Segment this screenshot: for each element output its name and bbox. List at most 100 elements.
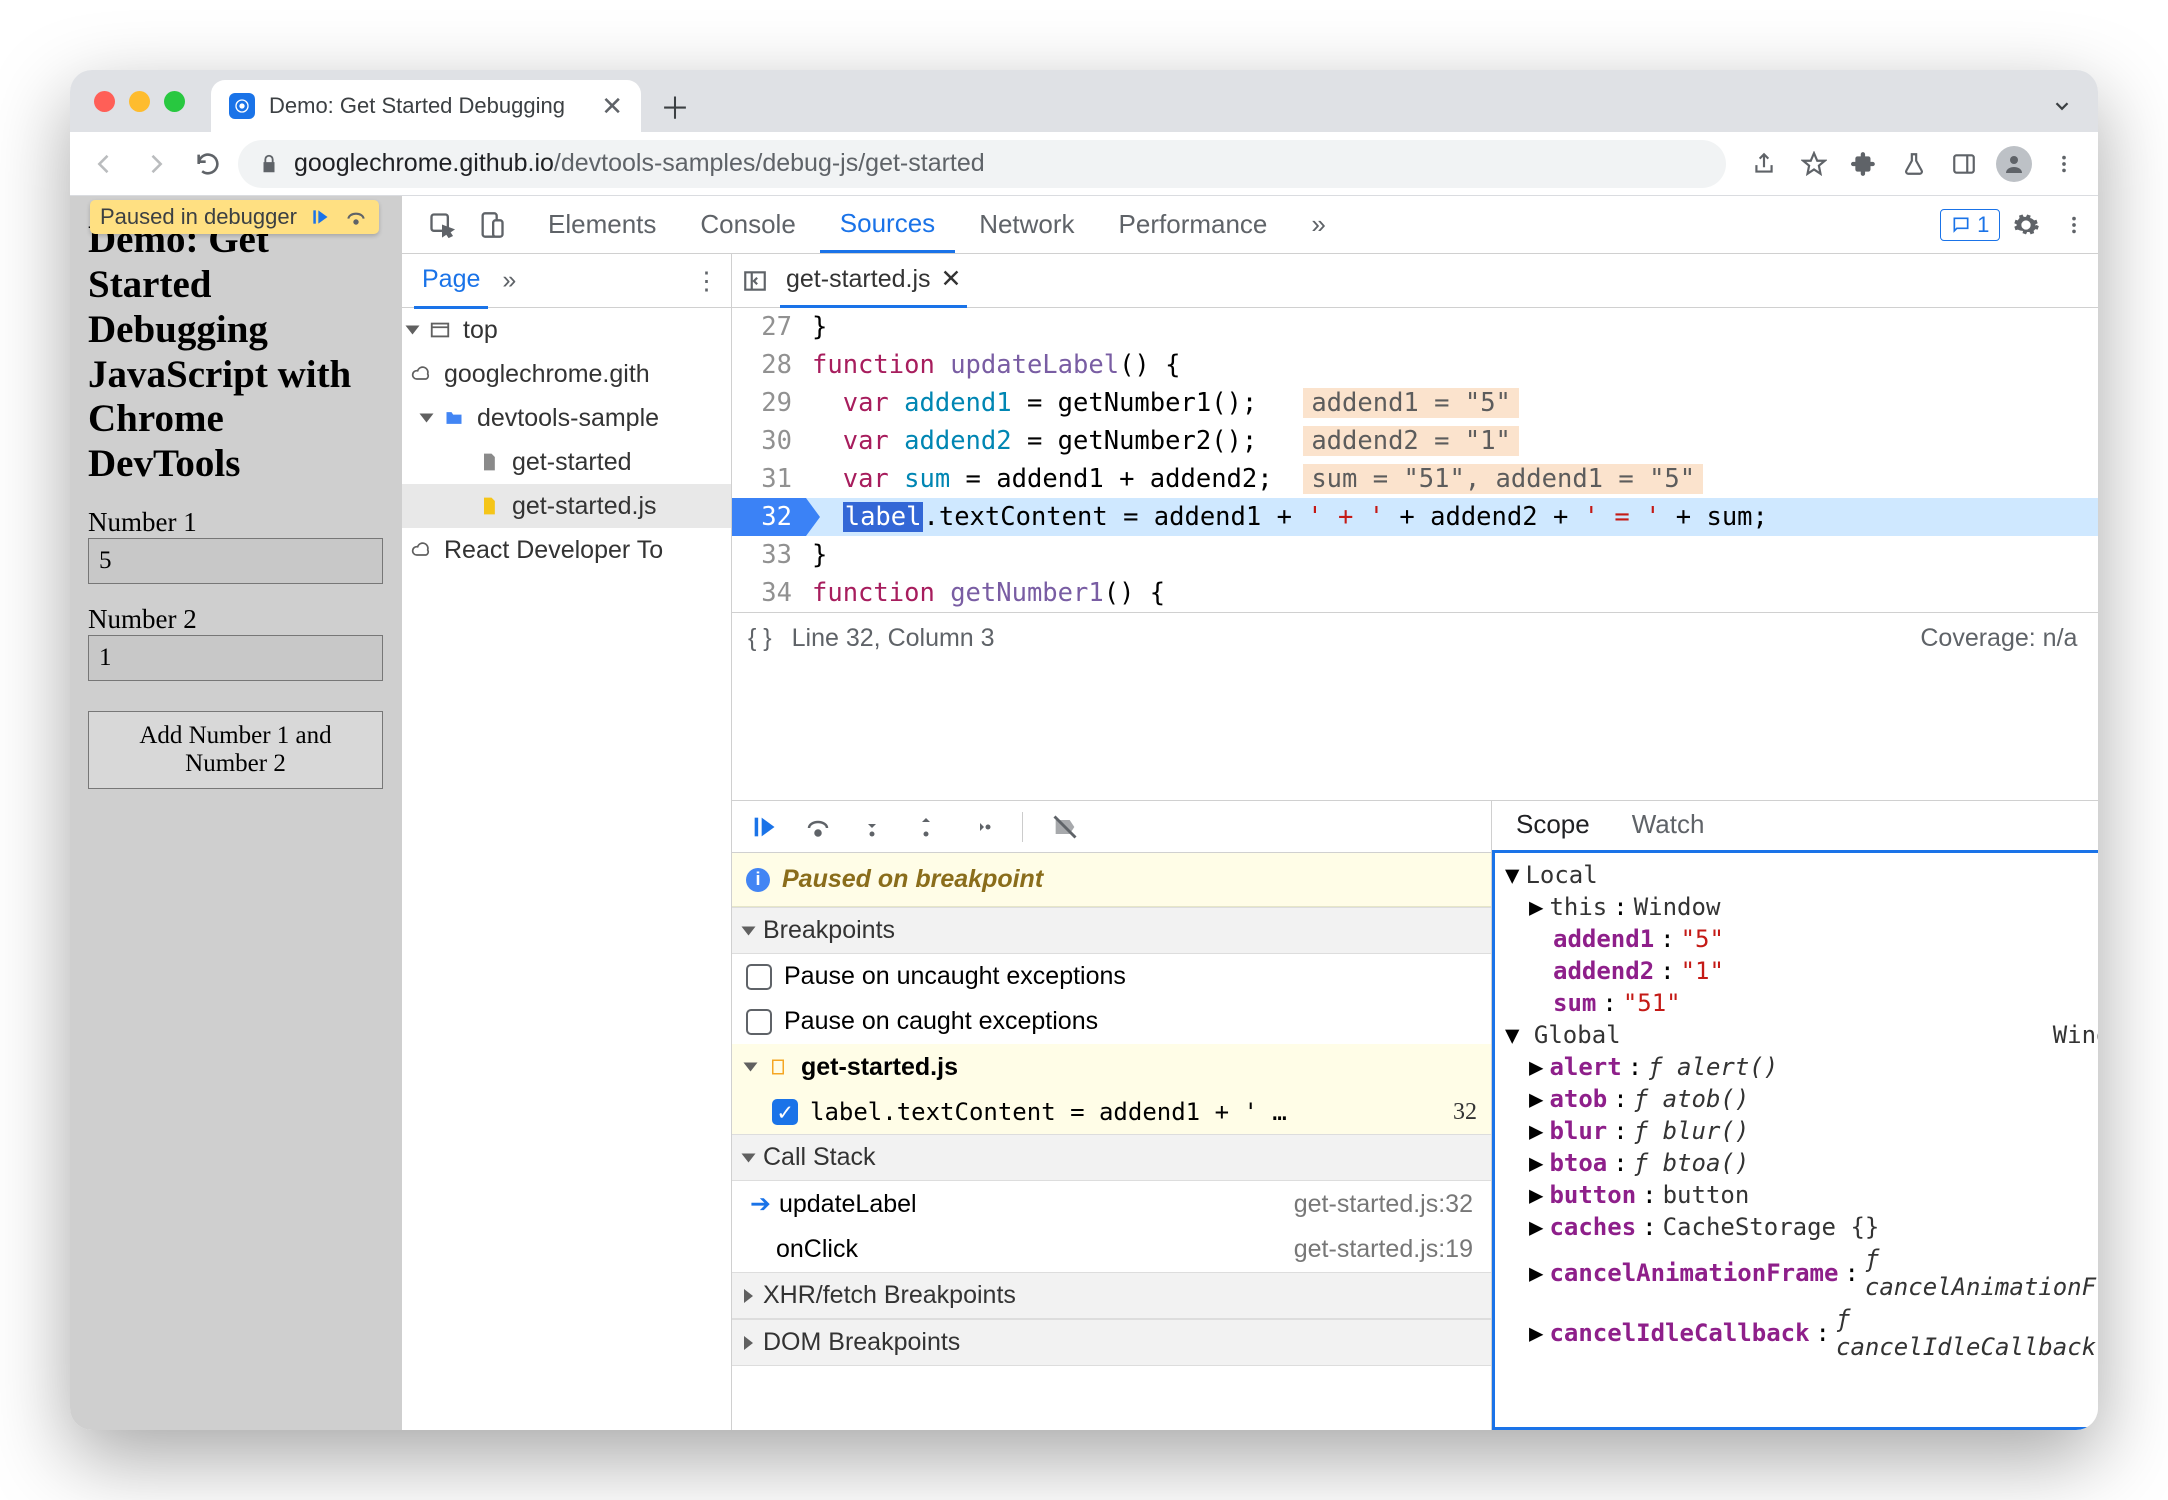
tab-performance[interactable]: Performance xyxy=(1099,197,1288,253)
tab-elements[interactable]: Elements xyxy=(528,197,676,253)
tab-menu-icon[interactable] xyxy=(2040,84,2084,128)
pretty-print-icon[interactable]: { } xyxy=(748,624,772,653)
scope-var[interactable]: sum: "51" xyxy=(1495,987,2098,1019)
profile-avatar[interactable] xyxy=(1992,142,2036,186)
scope-var[interactable]: ▶cancelIdleCallback: ƒ cancelIdleCallbac… xyxy=(1495,1303,2098,1363)
tree-file-html[interactable]: get-started xyxy=(402,440,731,484)
bookmark-icon[interactable] xyxy=(1792,142,1836,186)
scope-var[interactable]: ▶caches: CacheStorage {} xyxy=(1495,1211,2098,1243)
checkbox-icon[interactable] xyxy=(746,964,772,990)
dom-breakpoints-header[interactable]: DOM Breakpoints xyxy=(732,1319,1491,1366)
settings-icon[interactable] xyxy=(2004,203,2048,247)
inline-value: addend2 = "1" xyxy=(1303,426,1519,456)
editor-pane: get-started.js ✕ 27} 28function updateLa… xyxy=(732,254,2098,800)
checkbox-icon[interactable] xyxy=(746,1009,772,1035)
tree-extension[interactable]: React Developer To xyxy=(402,528,731,572)
forward-button[interactable] xyxy=(134,142,178,186)
window-controls xyxy=(84,70,193,132)
scope-var[interactable]: ▶alert: ƒ alert() xyxy=(1495,1051,2098,1083)
step-over-button[interactable] xyxy=(802,811,834,843)
titlebar: Demo: Get Started Debugging ✕ ＋ xyxy=(70,70,2098,132)
step-button[interactable] xyxy=(964,811,996,843)
tab-network[interactable]: Network xyxy=(959,197,1094,253)
scope-var[interactable]: ▶this: Window xyxy=(1495,891,2098,923)
breakpoints-header[interactable]: Breakpoints xyxy=(732,907,1491,954)
share-icon[interactable] xyxy=(1742,142,1786,186)
code-editor[interactable]: 27} 28function updateLabel() { 29 var ad… xyxy=(732,308,2098,612)
number2-input[interactable] xyxy=(88,635,383,681)
number2-label: Number 2 xyxy=(88,604,383,635)
devtools-tabs: Elements Console Sources Network Perform… xyxy=(402,196,2098,254)
close-tab-icon[interactable]: ✕ xyxy=(601,91,623,122)
debug-controls xyxy=(732,801,1491,853)
js-file-icon xyxy=(765,1052,791,1082)
editor-file-tab[interactable]: get-started.js ✕ xyxy=(780,254,967,308)
tree-folder[interactable]: devtools-sample xyxy=(402,396,731,440)
bp-file-row[interactable]: get-started.js xyxy=(732,1044,1491,1090)
scope-var[interactable]: addend2: "1" xyxy=(1495,955,2098,987)
tab-console[interactable]: Console xyxy=(680,197,815,253)
kebab-menu-icon[interactable] xyxy=(2042,142,2086,186)
scope-var[interactable]: ▶cancelAnimationFrame: ƒ cancelAnimation… xyxy=(1495,1243,2098,1303)
number1-input[interactable] xyxy=(88,538,383,584)
scope-var[interactable]: ▶btoa: ƒ btoa() xyxy=(1495,1147,2098,1179)
call-frame[interactable]: onClickget-started.js:19 xyxy=(732,1227,1491,1272)
scope-var[interactable]: ▶button: button xyxy=(1495,1179,2098,1211)
add-button[interactable]: Add Number 1 and Number 2 xyxy=(88,711,383,789)
callstack-header[interactable]: Call Stack xyxy=(732,1134,1491,1181)
tab-sources[interactable]: Sources xyxy=(820,197,955,253)
tab-scope[interactable]: Scope xyxy=(1510,799,1596,850)
side-panel-icon[interactable] xyxy=(1942,142,1986,186)
omnibox[interactable]: googlechrome.github.io/devtools-samples/… xyxy=(238,140,1726,188)
issues-button[interactable]: 1 xyxy=(1940,209,2000,241)
scope-global[interactable]: ▼ GlobalWindow xyxy=(1495,1019,2098,1051)
scope-var[interactable]: addend1: "5" xyxy=(1495,923,2098,955)
close-window-button[interactable] xyxy=(94,91,115,112)
fullscreen-window-button[interactable] xyxy=(164,91,185,112)
bp-line-row[interactable]: ✓label.textContent = addend1 + ' …32 xyxy=(732,1090,1491,1134)
resume-button[interactable] xyxy=(748,811,780,843)
deactivate-breakpoints-button[interactable] xyxy=(1049,811,1081,843)
tabs-overflow-icon[interactable]: » xyxy=(1291,197,1345,253)
step-over-icon[interactable] xyxy=(343,205,369,229)
page-heading: Demo: Get Started Debugging JavaScript w… xyxy=(88,218,383,487)
bp-pause-uncaught[interactable]: Pause on uncaught exceptions xyxy=(732,954,1491,999)
inspect-icon[interactable] xyxy=(420,203,464,247)
coverage-status: Coverage: n/a xyxy=(1920,624,2077,653)
new-tab-button[interactable]: ＋ xyxy=(653,84,697,128)
scope-var[interactable]: ▶atob: ƒ atob() xyxy=(1495,1083,2098,1115)
cursor-position: Line 32, Column 3 xyxy=(792,624,995,653)
info-icon: i xyxy=(746,868,770,892)
xhr-breakpoints-header[interactable]: XHR/fetch Breakpoints xyxy=(732,1272,1491,1319)
bp-pause-caught[interactable]: Pause on caught exceptions xyxy=(732,999,1491,1044)
labs-icon[interactable] xyxy=(1892,142,1936,186)
devtools-kebab-icon[interactable] xyxy=(2052,203,2096,247)
cloud-icon xyxy=(408,359,434,389)
step-out-button[interactable] xyxy=(910,811,942,843)
nav-kebab-icon[interactable]: ⋮ xyxy=(694,266,719,296)
scope-var[interactable]: ▶blur: ƒ blur() xyxy=(1495,1115,2098,1147)
scope-local[interactable]: ▼Local xyxy=(1495,859,2098,891)
reload-button[interactable] xyxy=(186,142,230,186)
js-file-icon xyxy=(476,491,502,521)
resume-icon[interactable] xyxy=(307,205,333,229)
tab-watch[interactable]: Watch xyxy=(1626,799,1711,850)
toggle-navigator-icon[interactable] xyxy=(740,268,770,294)
number1-label: Number 1 xyxy=(88,507,383,538)
browser-toolbar: googlechrome.github.io/devtools-samples/… xyxy=(70,132,2098,196)
back-button[interactable] xyxy=(82,142,126,186)
call-frame[interactable]: ➔updateLabelget-started.js:32 xyxy=(732,1181,1491,1227)
browser-tab[interactable]: Demo: Get Started Debugging ✕ xyxy=(211,80,641,132)
checkbox-checked-icon[interactable]: ✓ xyxy=(772,1099,798,1125)
minimize-window-button[interactable] xyxy=(129,91,150,112)
device-toggle-icon[interactable] xyxy=(470,203,514,247)
close-file-icon[interactable]: ✕ xyxy=(941,264,962,294)
tree-top[interactable]: top xyxy=(402,308,731,352)
nav-tab-overflow-icon[interactable]: » xyxy=(502,266,516,295)
tree-domain[interactable]: googlechrome.gith xyxy=(402,352,731,396)
nav-tab-page[interactable]: Page xyxy=(414,254,488,309)
step-into-button[interactable] xyxy=(856,811,888,843)
debugger-pane: iPaused on breakpoint Breakpoints Pause … xyxy=(732,800,1492,1430)
extensions-icon[interactable] xyxy=(1842,142,1886,186)
tree-file-js[interactable]: get-started.js xyxy=(402,484,731,528)
